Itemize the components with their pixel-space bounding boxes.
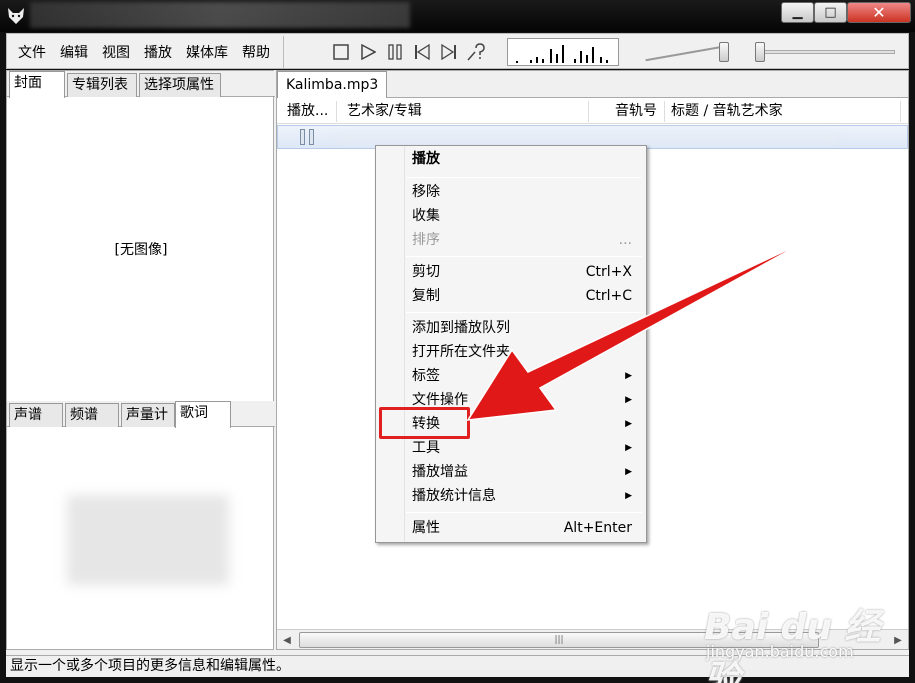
menu-library[interactable]: 媒体库	[179, 42, 235, 62]
menu-playback[interactable]: 播放	[137, 42, 179, 62]
submenu-arrow-icon: ▶	[625, 371, 632, 381]
menu-item-label: 移除	[412, 184, 440, 200]
menu-item-shortcut: Alt+Enter	[563, 520, 632, 536]
menu-item-label: 属性	[412, 520, 440, 536]
random-icon[interactable]	[466, 42, 486, 62]
playlist-tabs: Kalimba.mp3	[277, 71, 908, 98]
menu-item-shortcut: Ctrl+C	[585, 288, 632, 304]
highlight-box	[379, 407, 470, 439]
menu-item-label: 复制	[412, 288, 440, 304]
menu-item-cut[interactable]: 剪切 Ctrl+X	[412, 261, 632, 283]
lyrics-area	[67, 495, 229, 585]
stop-icon[interactable]	[331, 42, 351, 62]
menu-item-open-folder[interactable]: 打开所在文件夹	[412, 341, 632, 363]
fox-logo-icon	[8, 8, 24, 24]
menu-item-sort: 排序...	[412, 229, 632, 251]
close-button[interactable]: ✕	[847, 2, 911, 23]
toolbar: 文件 编辑 视图 播放 媒体库 帮助	[6, 33, 909, 69]
cover-placeholder: [无图像]	[114, 242, 168, 258]
menu-separator	[406, 256, 642, 257]
menu-item-play-stats[interactable]: 播放统计信息 ▶	[412, 485, 632, 507]
tab-cover[interactable]: 封面	[9, 71, 65, 98]
menu-separator	[406, 512, 642, 513]
menu-item-label: 打开所在文件夹	[412, 344, 510, 360]
seek-slider[interactable]	[753, 40, 899, 64]
volume-track	[645, 44, 729, 62]
tab-spectrogram[interactable]: 声谱	[9, 403, 63, 427]
menu-item-properties[interactable]: 属性 Alt+Enter	[412, 517, 632, 539]
menu-item-replay-gain[interactable]: 播放增益 ▶	[412, 461, 632, 483]
watermark-url: jingyan.baidu.com	[706, 642, 854, 661]
menu-item-remove[interactable]: 移除	[412, 181, 632, 203]
watermark-brand: Bai du 经验	[704, 607, 881, 683]
submenu-arrow-icon: ▶	[625, 419, 632, 429]
menu-bar: 文件 编辑 视图 播放 媒体库 帮助	[11, 36, 284, 68]
minimize-button[interactable]: ▁	[781, 2, 814, 23]
window-title	[30, 2, 410, 28]
menu-separator	[406, 177, 642, 178]
tab-spectrum[interactable]: 频谱	[65, 403, 119, 427]
tab-selection-properties[interactable]: 选择项属性	[139, 73, 221, 97]
volume-slider[interactable]	[641, 40, 735, 64]
title-bar: ▁ □ ✕	[0, 0, 915, 32]
seek-thumb[interactable]	[755, 42, 765, 62]
menu-item-add-queue[interactable]: 添加到播放队列	[412, 317, 632, 339]
menu-separator	[406, 312, 642, 313]
column-track-number[interactable]: 音轨号	[605, 101, 665, 122]
left-bottom-tabs: 声谱 频谱 声量计 歌词	[7, 401, 275, 428]
menu-item-label: 添加到播放队列	[412, 320, 510, 336]
menu-item-label: 播放统计信息	[412, 488, 496, 504]
play-icon[interactable]	[358, 42, 378, 62]
menu-view[interactable]: 视图	[95, 42, 137, 62]
menu-item-label: 工具	[412, 440, 440, 456]
previous-icon[interactable]	[412, 42, 432, 62]
scroll-left-icon[interactable]: ◀	[279, 632, 295, 648]
menu-item-label: 剪切	[412, 264, 440, 280]
column-artist-album[interactable]: 艺术家/专辑	[337, 101, 589, 122]
menu-item-shortcut: Ctrl+X	[585, 264, 632, 280]
tab-volume-meter[interactable]: 声量计	[121, 403, 175, 427]
menu-item-label: 播放	[412, 151, 440, 167]
next-icon[interactable]	[439, 42, 459, 62]
menu-item-tags[interactable]: 标签 ▶	[412, 365, 632, 387]
tab-lyrics[interactable]: 歌词	[175, 401, 231, 428]
menu-item-tools[interactable]: 工具 ▶	[412, 437, 632, 459]
volume-thumb[interactable]	[719, 42, 729, 62]
app-window: ▁ □ ✕ 文件 编辑 视图 播放 媒体库 帮助 封面 专辑列表 选择项属性 […	[0, 0, 915, 683]
tab-album-list[interactable]: 专辑列表	[67, 73, 137, 97]
submenu-arrow-icon: ▶	[625, 443, 632, 453]
menu-item-play[interactable]: 播放	[412, 148, 632, 170]
menu-item-label: 标签	[412, 368, 440, 384]
menu-item-label: 播放增益	[412, 464, 468, 480]
menu-item-collect[interactable]: 收集	[412, 205, 632, 227]
pause-icon[interactable]	[385, 42, 405, 62]
seek-track	[757, 50, 895, 54]
maximize-button[interactable]: □	[814, 2, 847, 23]
submenu-arrow-icon: ▶	[625, 395, 632, 405]
menu-help[interactable]: 帮助	[235, 42, 277, 62]
left-top-tabs: 封面 专辑列表 选择项属性	[7, 71, 275, 98]
submenu-arrow-icon: ▶	[625, 467, 632, 477]
spectrum-visualization	[507, 38, 619, 66]
pause-icon	[300, 129, 316, 145]
menu-item-hint: ...	[618, 232, 632, 248]
watermark: Bai du 经验 jingyan.baidu.com	[700, 580, 910, 683]
context-menu: 播放 移除 收集 排序... 剪切 Ctrl+X 复制 Ctrl+C 添加到播放队列…	[375, 145, 647, 543]
column-playing[interactable]: 播放...	[277, 101, 337, 122]
tab-playlist-file[interactable]: Kalimba.mp3	[277, 71, 388, 98]
menu-edit[interactable]: 编辑	[53, 42, 95, 62]
submenu-arrow-icon: ▶	[625, 491, 632, 501]
column-header: 播放... 艺术家/专辑 音轨号 标题 / 音轨艺术家	[277, 99, 908, 124]
menu-item-label: 排序	[412, 232, 440, 248]
column-title-artist[interactable]: 标题 / 音轨艺术家	[661, 101, 901, 122]
menu-item-copy[interactable]: 复制 Ctrl+C	[412, 285, 632, 307]
menu-item-label: 收集	[412, 208, 440, 224]
menu-file[interactable]: 文件	[11, 42, 53, 62]
menu-item-label: 文件操作	[412, 392, 468, 408]
left-panel: 封面 专辑列表 选择项属性 [无图像] 声谱 频谱 声量计 歌词	[6, 70, 275, 650]
row-content	[338, 132, 838, 142]
